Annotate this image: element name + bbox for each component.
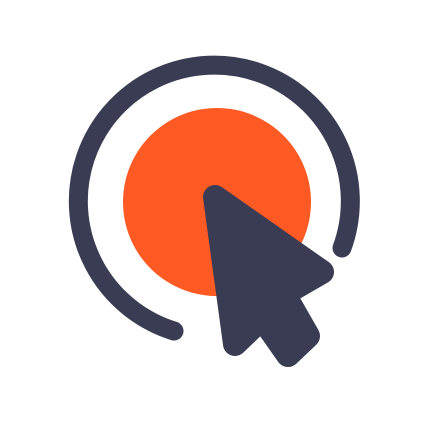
click-cursor-icon [68, 55, 360, 367]
icon-canvas [0, 0, 434, 434]
